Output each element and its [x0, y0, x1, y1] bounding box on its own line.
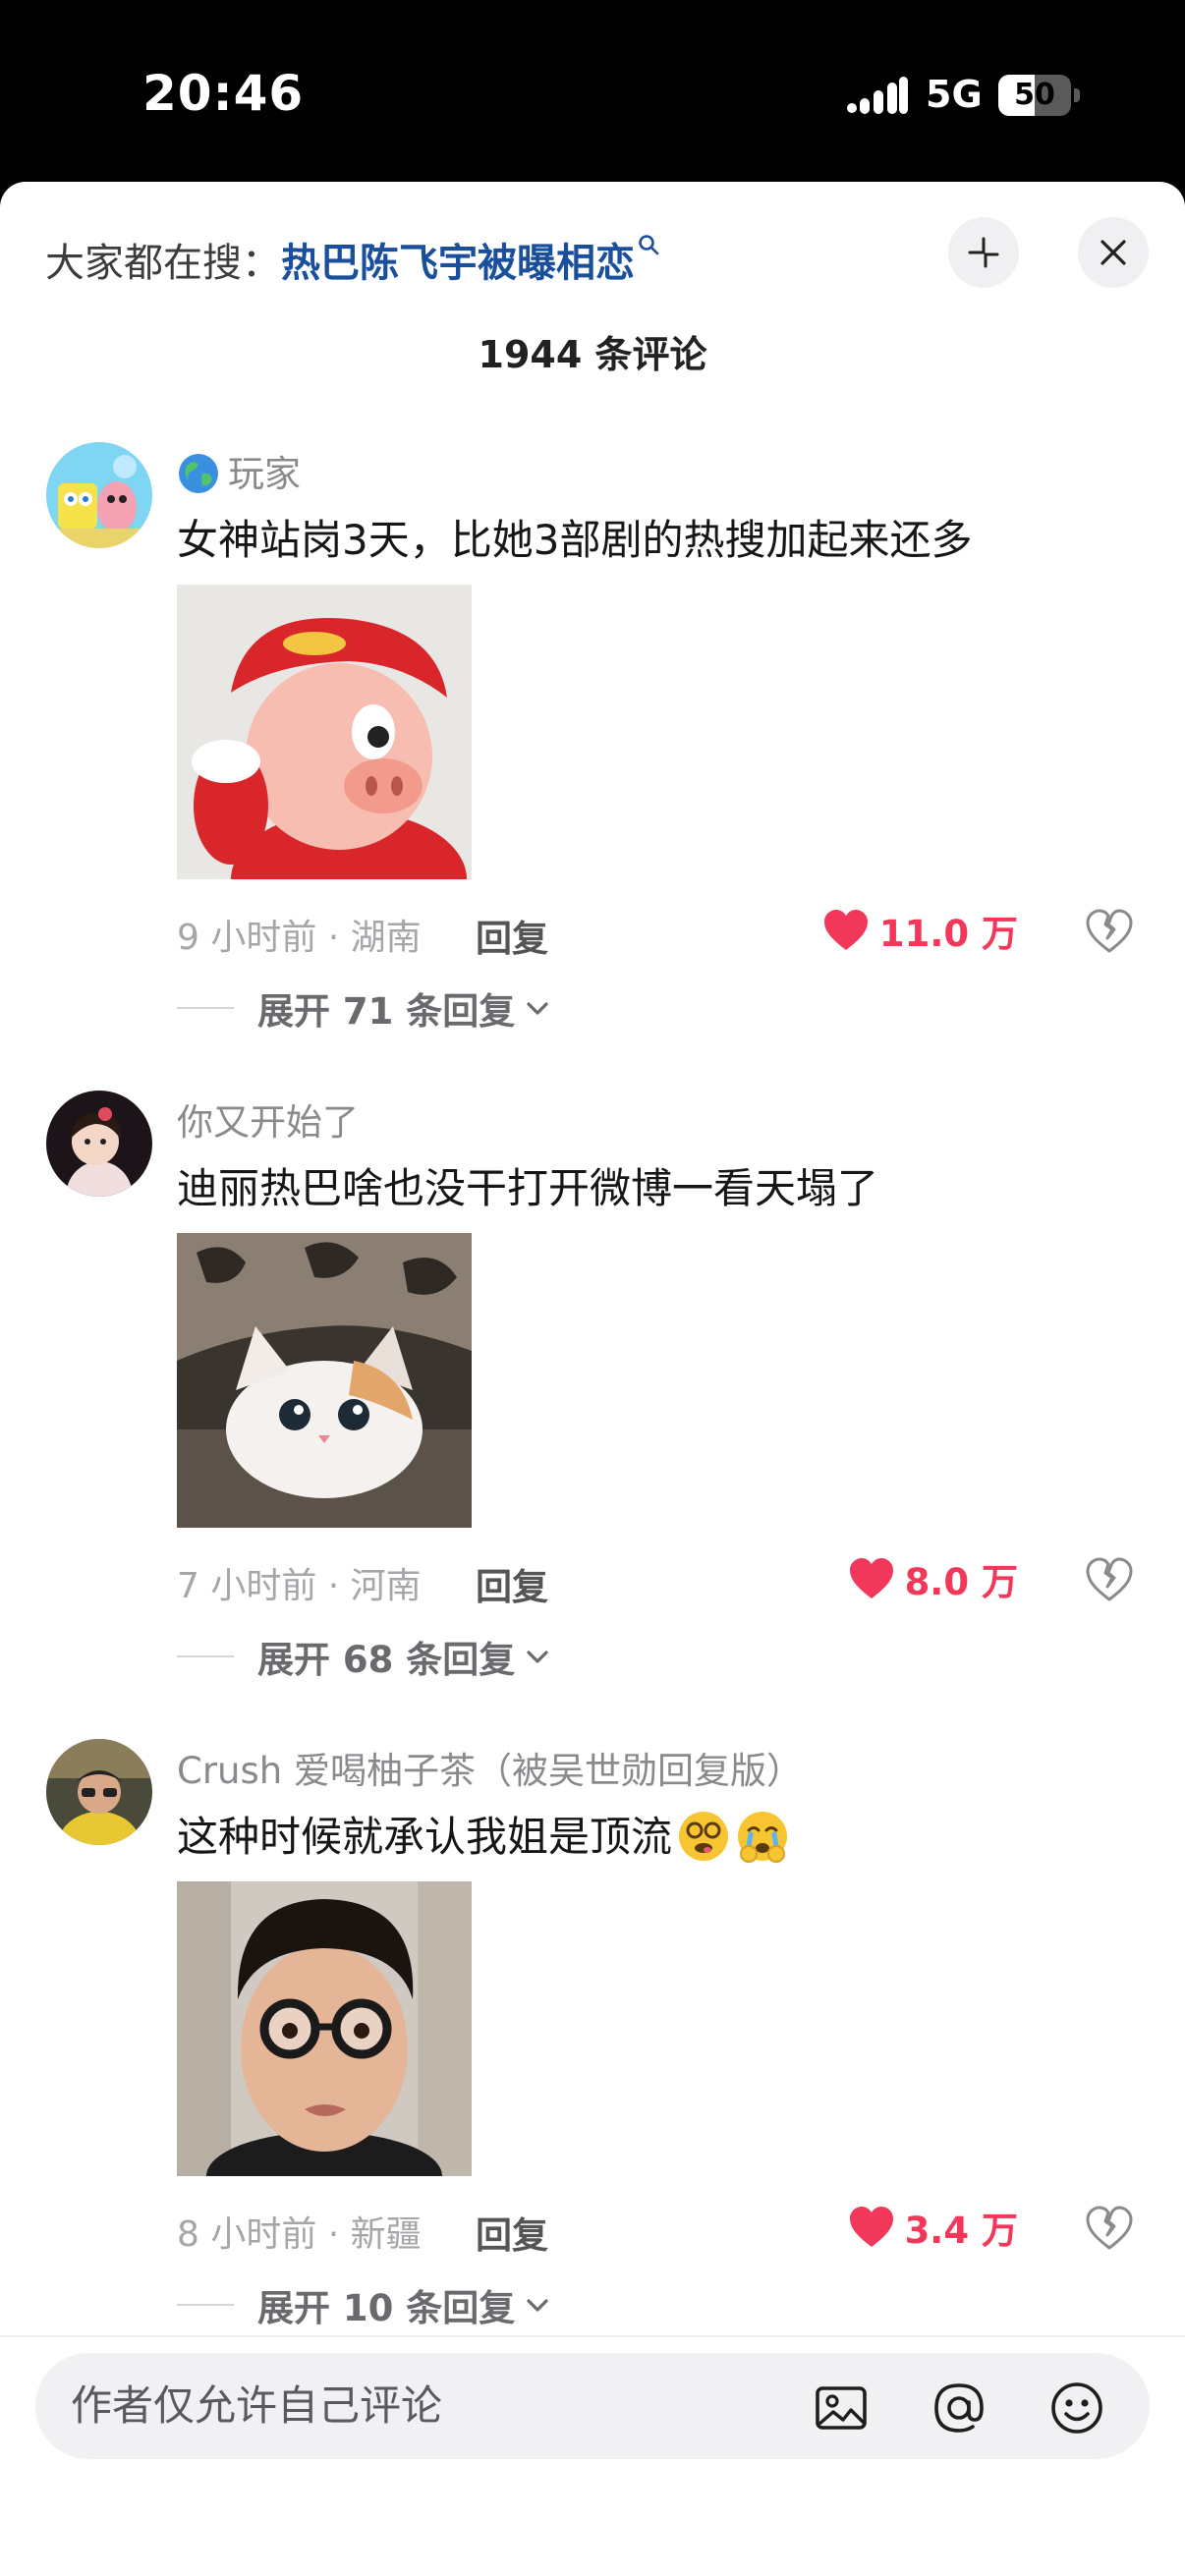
comment-count: 1944 条评论: [478, 333, 707, 376]
comments-sheet: 大家都在搜：热巴陈飞宇被曝相恋 1944 条评论 玩家 女神站岗3天，比她3部剧…: [0, 182, 1185, 2576]
comment-text: 女神站岗3天，比她3部剧的热搜加起来还多: [177, 516, 973, 564]
reply-button[interactable]: 回复: [476, 2206, 548, 2259]
sticker-image[interactable]: [177, 1881, 472, 2176]
username[interactable]: Crush 爱喝柚子茶（被吴世勋回复版）: [177, 1741, 803, 1794]
reply-button[interactable]: 回复: [476, 909, 548, 962]
close-button[interactable]: [1078, 217, 1149, 288]
like-button[interactable]: 11.0 万: [822, 906, 1018, 955]
comment-input-bar[interactable]: 作者仅允许自己评论: [35, 2353, 1150, 2459]
trending-search[interactable]: 大家都在搜：热巴陈飞宇被曝相恋: [45, 231, 660, 288]
avatar[interactable]: [46, 442, 152, 548]
signal-icon: [847, 77, 908, 114]
trending-label: 大家都在搜：: [45, 241, 281, 286]
comment-text: 这种时候就承认我姐是顶流: [177, 1804, 790, 1864]
chevron-down-icon: [527, 2299, 548, 2312]
expand-replies-label: 展开 10 条回复: [257, 2287, 516, 2329]
broken-heart-icon[interactable]: [1085, 1557, 1134, 1602]
expand-replies-button[interactable]: 展开 71 条回复: [177, 980, 552, 1036]
trending-term-link[interactable]: 热巴陈飞宇被曝相恋: [281, 241, 635, 286]
battery-icon: 50: [998, 75, 1081, 116]
comment-text-label: 这种时候就承认我姐是顶流: [177, 1813, 673, 1861]
expand-replies-label: 展开 68 条回复: [257, 1639, 516, 1681]
comment-item: 你又开始了 迪丽热巴啥也没干打开微博一看天塌了 7 小时前 · 河南 回复 8.…: [0, 1091, 1185, 1719]
collapse-button[interactable]: [948, 217, 1019, 288]
comment-input[interactable]: 作者仅允许自己评论: [71, 2353, 442, 2459]
status-time: 20:46: [142, 65, 305, 122]
sticker-image[interactable]: [177, 1233, 472, 1528]
expand-replies-button[interactable]: 展开 68 条回复: [177, 1629, 552, 1684]
divider-line: [177, 1655, 234, 1657]
like-button[interactable]: 8.0 万: [848, 1554, 1018, 1603]
broken-heart-icon[interactable]: [1085, 909, 1134, 954]
heart-icon: [849, 2207, 893, 2247]
comment-meta: 7 小时前 · 河南: [177, 1566, 422, 1606]
at-icon[interactable]: [931, 2380, 987, 2436]
avatar[interactable]: [46, 1091, 152, 1197]
comment-text: 迪丽热巴啥也没干打开微博一看天塌了: [177, 1164, 879, 1212]
image-icon[interactable]: [814, 2380, 869, 2436]
comment-item: 玩家 女神站岗3天，比她3部剧的热搜加起来还多 9 小时前 · 湖南 回复 11…: [0, 442, 1185, 1071]
divider-line: [177, 2304, 234, 2306]
avatar[interactable]: [46, 1739, 152, 1845]
comment-meta: 8 小时前 · 新疆: [177, 2214, 422, 2255]
globe-icon: [179, 453, 218, 493]
broken-heart-icon[interactable]: [1085, 2206, 1134, 2251]
close-icon: [1100, 240, 1126, 265]
crying-face-emoji-icon: [738, 1811, 788, 1863]
username-label: 玩家: [228, 453, 301, 495]
username[interactable]: 玩家: [177, 444, 301, 497]
username[interactable]: 你又开始了: [177, 1092, 359, 1146]
like-button[interactable]: 3.4 万: [848, 2203, 1018, 2252]
status-bar: 20:46 5G 50: [0, 0, 1185, 187]
like-count: 3.4 万: [904, 2210, 1018, 2252]
battery-level: 50: [1014, 78, 1055, 112]
heart-icon: [849, 1558, 893, 1598]
like-count: 8.0 万: [904, 1561, 1018, 1603]
magnifier-icon: [639, 235, 659, 255]
expand-replies-label: 展开 71 条回复: [257, 990, 516, 1033]
network-label: 5G: [926, 73, 983, 116]
smiley-icon[interactable]: [1049, 2380, 1104, 2436]
dizzy-face-emoji-icon: [679, 1811, 729, 1861]
comment-meta: 9 小时前 · 湖南: [177, 918, 422, 958]
heart-icon: [823, 910, 868, 950]
reply-button[interactable]: 回复: [476, 1557, 548, 1610]
divider-line: [177, 1007, 234, 1009]
chevron-down-icon: [527, 1002, 548, 1015]
chevron-down-icon: [527, 1651, 548, 1663]
collapse-icon: [968, 237, 999, 268]
like-count: 11.0 万: [878, 913, 1018, 955]
sticker-image[interactable]: [177, 585, 472, 879]
bottom-divider: [0, 2335, 1185, 2337]
comment-item: Crush 爱喝柚子茶（被吴世勋回复版） 这种时候就承认我姐是顶流 8 小时前 …: [0, 1739, 1185, 2368]
expand-replies-button[interactable]: 展开 10 条回复: [177, 2277, 552, 2332]
